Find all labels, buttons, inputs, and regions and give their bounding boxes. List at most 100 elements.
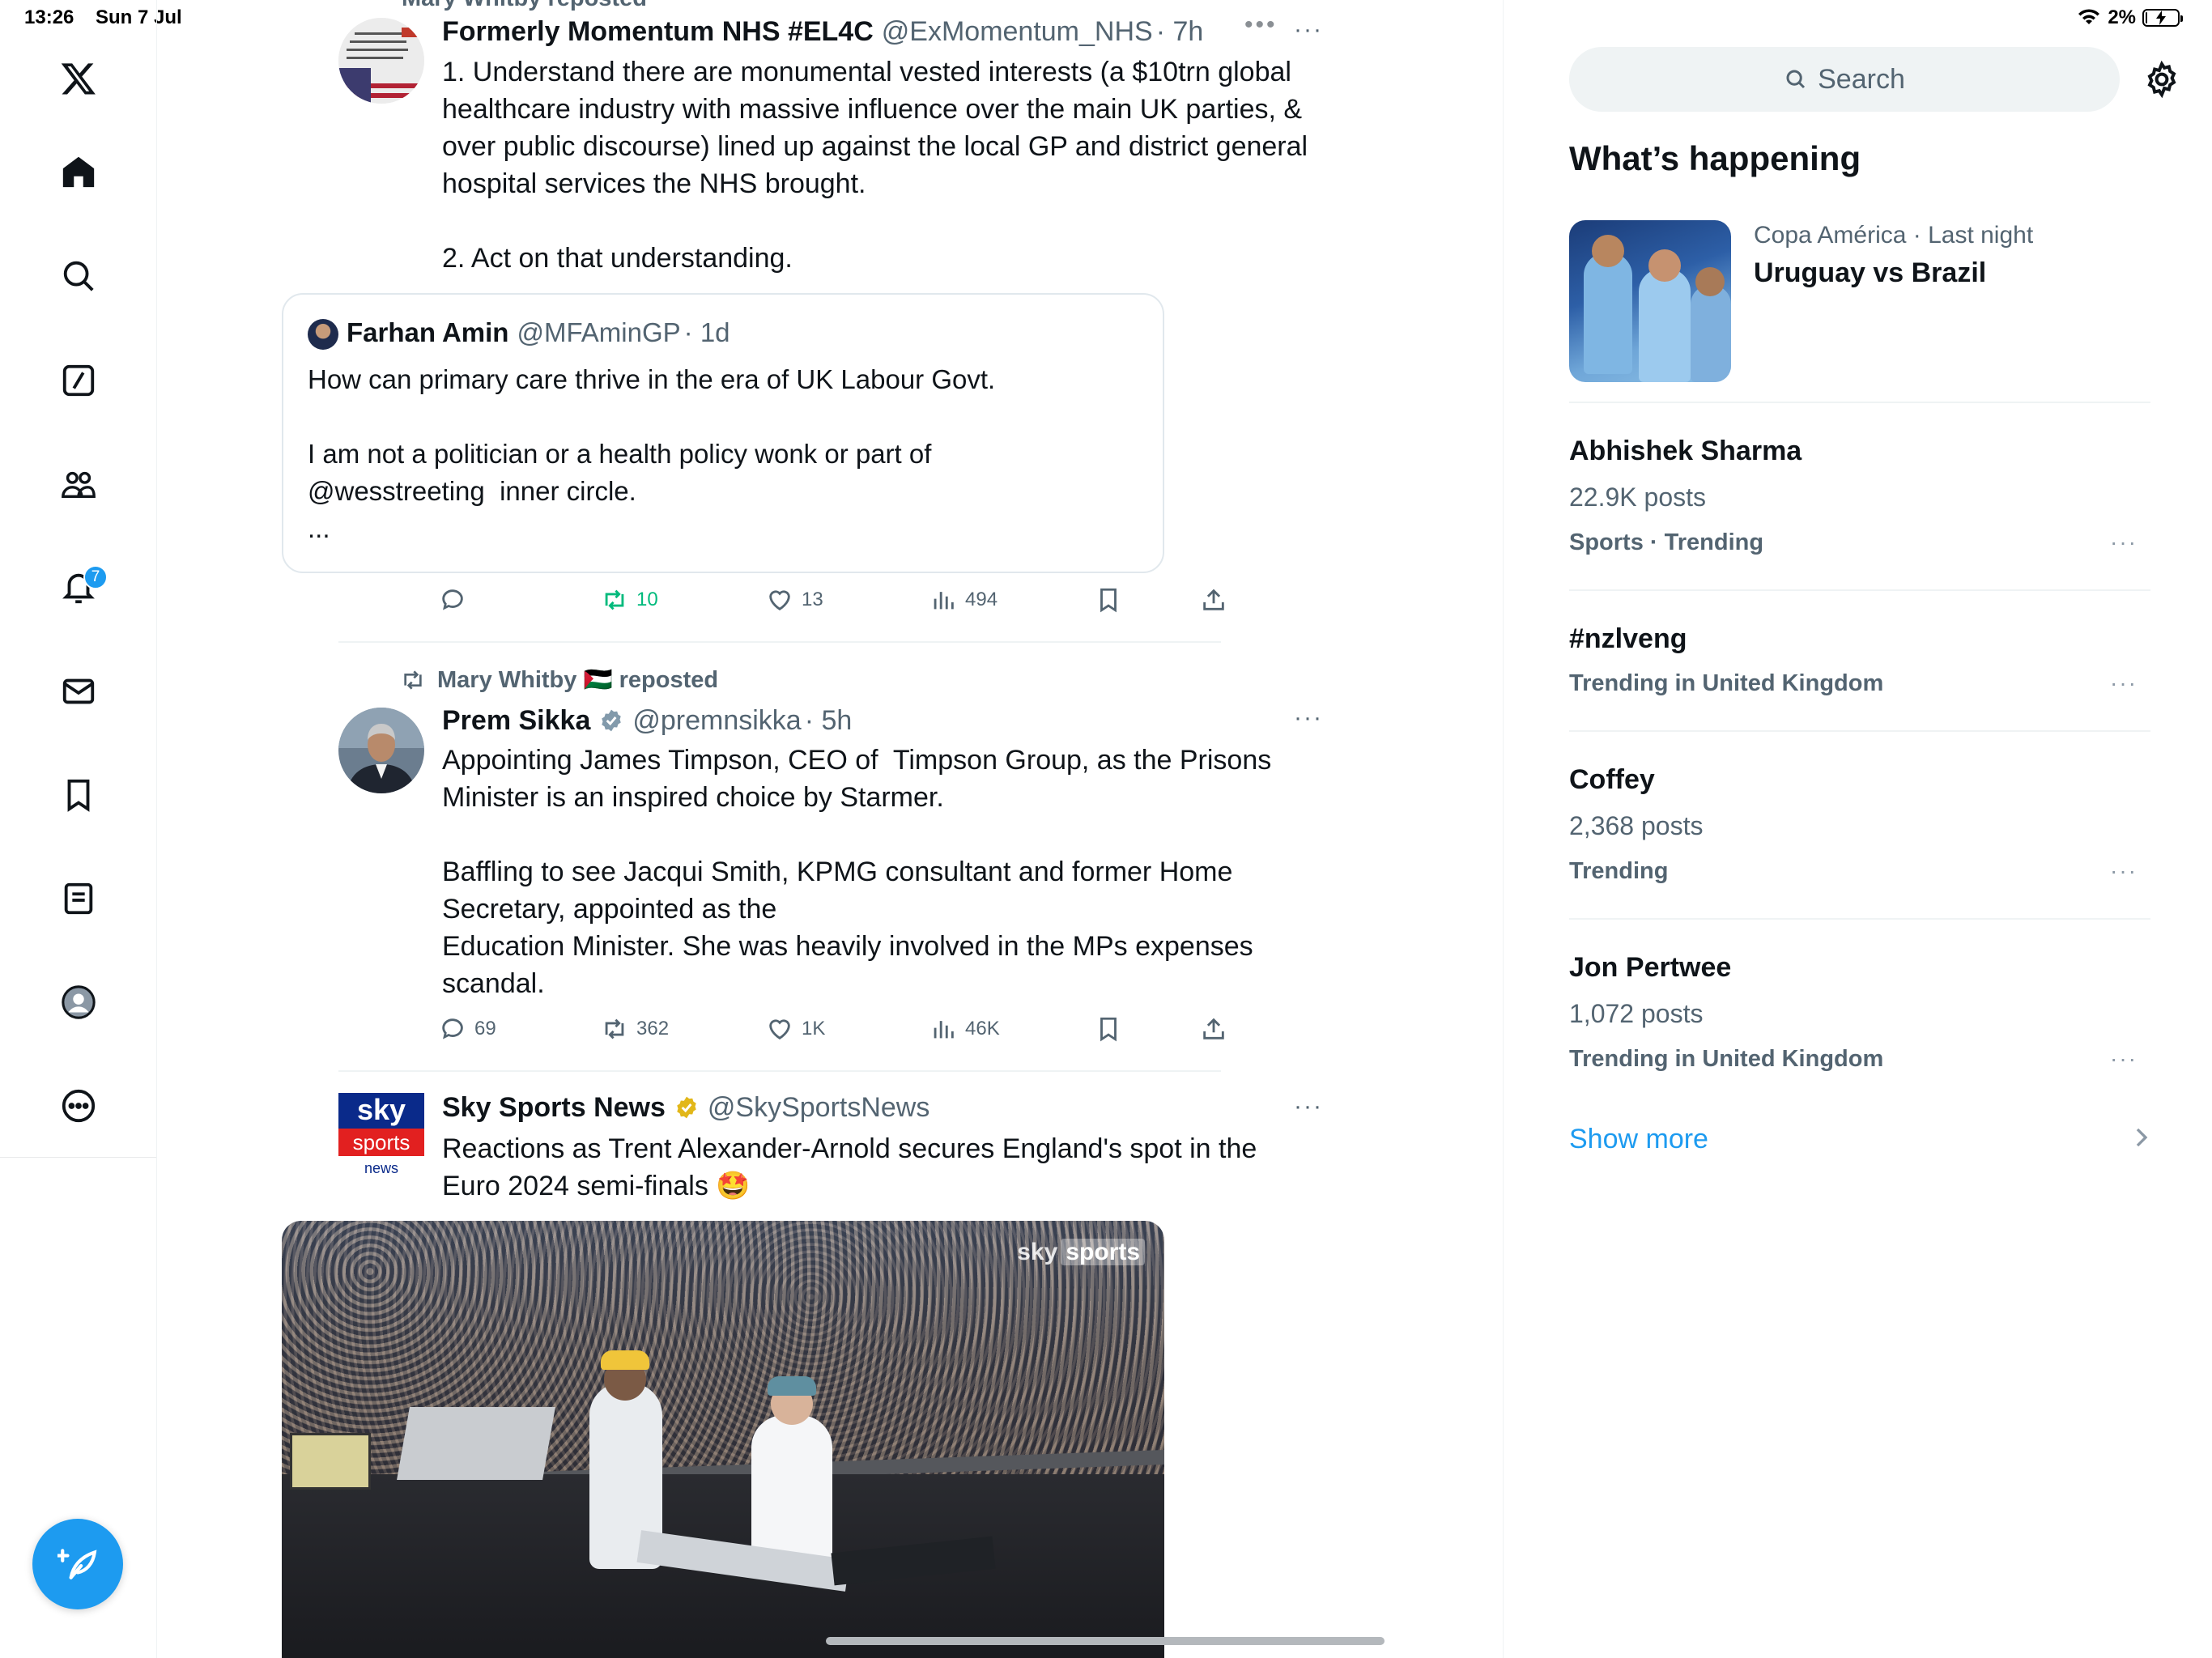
more-options-icon[interactable]	[46, 1073, 111, 1138]
tweet2-repost-count: 362	[636, 1018, 670, 1039]
home-indicator[interactable]	[826, 1637, 1385, 1645]
tweet1-partial-header: Mary Whitby reposted	[402, 0, 647, 12]
tweet1-share-button[interactable]	[1200, 586, 1227, 614]
tweet2-like-button[interactable]: 1K	[766, 1015, 825, 1043]
tweet2-repost-button[interactable]: 362	[601, 1015, 669, 1043]
tweet3-avatar[interactable]: sky sports news	[338, 1093, 424, 1182]
sky-logo-middle: sports	[338, 1129, 424, 1156]
trend-divider	[1569, 589, 2150, 591]
tweet3-text: Reactions as Trent Alexander-Arnold secu…	[442, 1133, 1257, 1201]
x-logo-icon[interactable]	[46, 46, 111, 111]
tweet2-bookmark-button[interactable]	[1095, 1015, 1122, 1043]
share-icon	[1203, 589, 1224, 610]
communities-icon[interactable]	[46, 452, 111, 517]
search-icon[interactable]	[46, 244, 111, 308]
quote-time[interactable]: · 1d	[684, 316, 730, 350]
featured-trend-image[interactable]	[1569, 220, 1731, 382]
wifi-icon	[2078, 9, 2100, 24]
trend-1-title[interactable]: Abhishek Sharma	[1569, 436, 1802, 467]
profile-avatar-icon[interactable]	[46, 970, 111, 1035]
tweet1-repost-button[interactable]: 10	[601, 586, 658, 614]
repost-icon	[404, 670, 422, 690]
trend-1-count: 22.9K posts	[1569, 483, 1706, 512]
tweet1-more-button[interactable]: ···	[1294, 16, 1323, 44]
trend-3-more-button[interactable]: ···	[2110, 858, 2138, 884]
bookmarks-icon[interactable]	[46, 763, 111, 827]
search-input[interactable]: Search	[1569, 47, 2120, 112]
tweet2-reply-button[interactable]: 69	[439, 1015, 496, 1043]
compose-post-button[interactable]	[32, 1519, 123, 1609]
sky-logo-bottom: news	[364, 1160, 399, 1176]
grok-icon[interactable]	[46, 348, 111, 413]
multitasking-dots[interactable]: •••	[1244, 11, 1278, 39]
settings-gear-icon[interactable]	[2142, 60, 2181, 99]
tweet1-bookmark-button[interactable]	[1095, 586, 1122, 614]
quote-header: Farhan Amin @MFAminGP · 1d	[347, 316, 730, 350]
tweet3-video[interactable]: sky sports	[282, 1221, 1164, 1658]
tweet2-author-name[interactable]: Prem Sikka	[442, 704, 590, 738]
tweet1-text: 1. Understand there are monumental veste…	[442, 57, 1308, 274]
tweet2-more-button[interactable]: ···	[1294, 704, 1323, 732]
home-icon[interactable]	[46, 139, 111, 204]
reply-icon	[442, 1018, 463, 1039]
side-navigation: 7	[0, 0, 157, 1158]
trend-1-more-button[interactable]: ···	[2110, 529, 2138, 555]
featured-trend-title[interactable]: Uruguay vs Brazil	[1754, 257, 1986, 289]
trend-4-more-button[interactable]: ···	[2110, 1046, 2138, 1072]
tweet-divider	[338, 641, 1221, 643]
trend-4-title[interactable]: Jon Pertwee	[1569, 952, 1731, 984]
tweet1-views-button[interactable]: 494	[929, 586, 998, 614]
compose-feather-icon	[57, 1549, 97, 1579]
video-sky-sports-logo: sky sports	[1017, 1239, 1145, 1266]
search-placeholder: Search	[1818, 63, 1905, 95]
repost-icon	[605, 589, 624, 610]
tweet2-time[interactable]: · 5h	[805, 704, 853, 738]
tweet1-like-button[interactable]: 13	[766, 586, 823, 614]
notifications-icon[interactable]: 7	[46, 555, 111, 620]
tweet2-share-button[interactable]	[1200, 1015, 1227, 1043]
tweet1-reply-button[interactable]	[439, 586, 474, 614]
trend-4-count: 1,072 posts	[1569, 999, 1704, 1028]
tweet2-header: Prem Sikka @premnsikka · 5h	[442, 704, 852, 738]
show-more-link[interactable]: Show more	[1569, 1124, 1708, 1155]
quote-author-handle[interactable]: @MFAminGP	[517, 316, 680, 350]
bookmark-icon	[1100, 588, 1117, 613]
reply-icon	[442, 589, 463, 610]
lists-icon[interactable]	[46, 866, 111, 931]
trend-divider	[1569, 918, 2150, 920]
chevron-right-icon	[2136, 1128, 2148, 1147]
heart-icon	[769, 1019, 790, 1040]
trend-3-title[interactable]: Coffey	[1569, 764, 1655, 796]
tweet2-avatar[interactable]	[338, 708, 424, 793]
repost-icon	[605, 1018, 624, 1039]
video-equipment	[397, 1407, 555, 1480]
tweet1-repost-line: Mary Whitby reposted	[402, 0, 647, 12]
tweet2-repost-line[interactable]: Mary Whitby 🇵🇸 reposted	[400, 666, 718, 694]
video-cap-left	[601, 1350, 649, 1370]
tweet1-quote-card[interactable]: Farhan Amin @MFAminGP · 1d How can prima…	[282, 293, 1164, 573]
tweet2-author-handle[interactable]: @premnsikka	[632, 704, 801, 738]
tweet1-actions: 10 13 494	[439, 586, 1321, 627]
trend-4-category: Trending in United Kingdom	[1569, 1046, 1884, 1072]
tweet2-views-button[interactable]: 46K	[929, 1015, 1000, 1043]
tweet2-text: Appointing James Timpson, CEO of Timpson…	[442, 745, 1272, 999]
tweet2-like-count: 1K	[802, 1018, 826, 1039]
tweet1-author-name[interactable]: Formerly Momentum NHS #EL4C	[442, 15, 874, 49]
trend-2-title[interactable]: #nzlveng	[1569, 623, 1687, 655]
quote-text: How can primary care thrive in the era o…	[308, 364, 996, 543]
tweet1-time[interactable]: · 7h	[1156, 15, 1204, 49]
tweet3-author-handle[interactable]: @SkySportsNews	[708, 1090, 929, 1124]
trend-2-more-button[interactable]: ···	[2110, 670, 2138, 696]
messages-icon[interactable]	[46, 659, 111, 724]
tweet1-author-handle[interactable]: @ExMomentum_NHS	[882, 15, 1153, 49]
tweet3-more-button[interactable]: ···	[1294, 1093, 1323, 1120]
tweet3-author-name[interactable]: Sky Sports News	[442, 1090, 666, 1124]
quote-author-name[interactable]: Farhan Amin	[347, 316, 508, 350]
tweet1-avatar[interactable]	[338, 18, 424, 104]
trend-3-count: 2,368 posts	[1569, 811, 1704, 840]
right-column-border	[1503, 0, 1504, 1658]
trend-divider	[1569, 402, 2150, 403]
verified-badge-icon	[602, 709, 622, 732]
quote-avatar[interactable]	[308, 319, 338, 350]
views-icon	[934, 1021, 954, 1039]
